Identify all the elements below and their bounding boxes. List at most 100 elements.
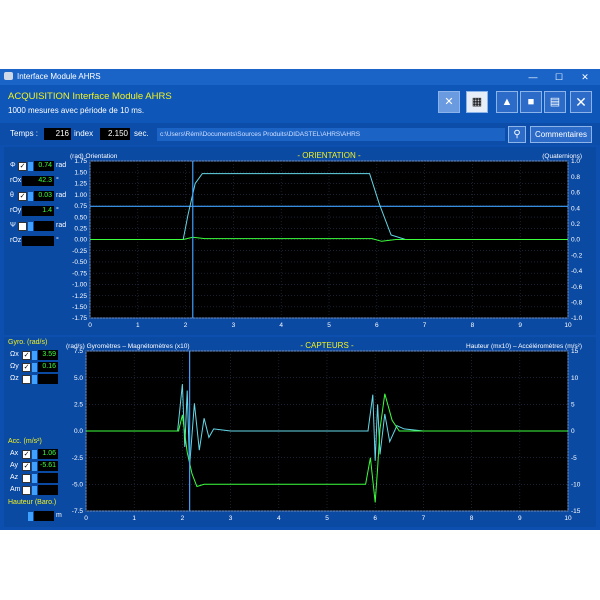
x-tick-label: 0 bbox=[84, 515, 88, 522]
comments-button[interactable]: Commentaires bbox=[530, 126, 592, 143]
acc-label: Acc. (m/s²) bbox=[8, 438, 42, 445]
print-icon[interactable]: ▤ bbox=[544, 91, 566, 113]
chart-title: - ORIENTATION - bbox=[297, 151, 361, 160]
symbol-label: Ωx bbox=[10, 351, 19, 358]
y2-axis-label: Hauteur (mx10) – Accéléromètres (m/s²) bbox=[466, 343, 582, 350]
y2-tick-label: 0.2 bbox=[571, 221, 580, 228]
acquire-icon[interactable]: ✕ bbox=[438, 91, 460, 113]
acc-row: Am bbox=[4, 485, 66, 497]
value-display: 3.59 bbox=[38, 350, 58, 360]
value-display: 0.16 bbox=[38, 362, 58, 372]
symbol-label: Az bbox=[10, 474, 19, 481]
value-display bbox=[38, 473, 58, 483]
temps-label: Temps : bbox=[10, 129, 39, 138]
orientation-row: rOy 1.4 ° bbox=[4, 206, 66, 218]
acc-row: Ay ✓ -5.61 bbox=[4, 461, 66, 473]
open-file-icon[interactable]: ▲ bbox=[496, 91, 518, 113]
app-icon bbox=[4, 72, 13, 80]
app-header: ACQUISITION Interface Module AHRS 1000 m… bbox=[0, 85, 600, 123]
orientation-chart: 0 1 2 3 4 5 6 7 8 9 101.751.501.251.000.750.500.25… bbox=[70, 151, 583, 329]
chart-settings-icon[interactable]: ▦ bbox=[466, 91, 488, 113]
value-display bbox=[38, 485, 58, 495]
checkbox-checked[interactable]: ✓ bbox=[22, 450, 31, 459]
value-display: 1.06 bbox=[38, 449, 58, 459]
symbol-label: rOz bbox=[10, 237, 22, 244]
y2-tick-label: -1.0 bbox=[571, 315, 583, 322]
minimize-button[interactable]: — bbox=[523, 70, 543, 84]
y2-tick-label: 5 bbox=[571, 402, 575, 409]
search-icon[interactable]: ⚲ bbox=[508, 126, 526, 143]
y-axis-label: (rad) Orientation bbox=[70, 153, 118, 160]
value-display: -5.61 bbox=[38, 461, 58, 471]
sensors-chart: 0 1 2 3 4 5 6 7 8 9 107.55.02.50.0-2.5-5.0-7.51510… bbox=[66, 341, 582, 522]
value-display: 42.3 bbox=[22, 176, 54, 186]
y-tick-label: 0.0 bbox=[74, 428, 83, 435]
checkbox[interactable] bbox=[22, 474, 31, 483]
checkbox-checked[interactable]: ✓ bbox=[22, 351, 31, 360]
x-tick-label: 10 bbox=[564, 515, 572, 522]
y-tick-label: -0.25 bbox=[72, 248, 87, 255]
orientation-row: θ ✓ 0.03 rad bbox=[4, 191, 66, 203]
y2-tick-label: 0.8 bbox=[571, 174, 580, 181]
unit-label: ° bbox=[56, 237, 59, 244]
x-tick-label: 5 bbox=[325, 515, 329, 522]
exit-icon[interactable]: ✕ bbox=[570, 91, 592, 113]
x-tick-label: 9 bbox=[518, 515, 522, 522]
height-label: Hauteur (Baro.) bbox=[8, 499, 57, 506]
y-tick-label: 0.25 bbox=[74, 225, 87, 232]
checkbox-checked[interactable]: ✓ bbox=[18, 162, 27, 171]
checkbox-checked[interactable]: ✓ bbox=[22, 462, 31, 471]
title-bar: Interface Module AHRS — ☐ ✕ bbox=[0, 69, 600, 85]
y2-tick-label: 0.0 bbox=[571, 237, 580, 244]
y2-tick-label: -0.6 bbox=[571, 284, 583, 291]
x-tick-label: 2 bbox=[181, 515, 185, 522]
y-tick-label: 0.50 bbox=[74, 214, 87, 221]
series-color-bar bbox=[32, 363, 37, 372]
x-tick-label: 8 bbox=[471, 322, 475, 329]
symbol-label: Am bbox=[10, 486, 21, 493]
value-display: 1.4 bbox=[22, 206, 54, 216]
checkbox[interactable] bbox=[22, 486, 31, 495]
x-tick-label: 2 bbox=[184, 322, 188, 329]
y-tick-label: 1.25 bbox=[74, 181, 87, 188]
x-tick-label: 3 bbox=[229, 515, 233, 522]
acc-row: Az bbox=[4, 473, 66, 485]
y2-tick-label: -0.4 bbox=[571, 268, 583, 275]
checkbox[interactable] bbox=[18, 222, 27, 231]
x-tick-label: 4 bbox=[277, 515, 281, 522]
y-tick-label: 2.5 bbox=[74, 402, 83, 409]
series-color-bar bbox=[28, 512, 33, 521]
series-color-bar bbox=[28, 162, 33, 171]
unit-label: m bbox=[56, 512, 62, 519]
checkbox[interactable] bbox=[22, 375, 31, 384]
y-tick-label: 5.0 bbox=[74, 375, 83, 382]
index-label: index bbox=[74, 129, 94, 138]
y2-tick-label: -0.2 bbox=[571, 252, 583, 259]
x-tick-label: 8 bbox=[470, 515, 474, 522]
x-tick-label: 1 bbox=[132, 515, 136, 522]
orientation-row: rOx 42.3 ° bbox=[4, 176, 66, 188]
y2-tick-label: 0.6 bbox=[571, 190, 580, 197]
maximize-button[interactable]: ☐ bbox=[549, 70, 569, 84]
temps-field[interactable]: 216 bbox=[44, 128, 71, 140]
symbol-label: Φ bbox=[10, 162, 16, 169]
y2-tick-label: -15 bbox=[571, 508, 581, 515]
y2-tick-label: 0.4 bbox=[571, 205, 580, 212]
close-window-button[interactable]: ✕ bbox=[575, 70, 595, 84]
save-file-icon[interactable]: ■ bbox=[520, 91, 542, 113]
series-color-bar bbox=[32, 462, 37, 471]
sensors-panel: Gyro. (rad/s) Ωx ✓ 3.59 Ωy ✓ 0.16 Ωz Acc. (m/s²)… bbox=[4, 337, 596, 527]
checkbox-checked[interactable]: ✓ bbox=[18, 192, 27, 201]
x-tick-label: 1 bbox=[136, 322, 140, 329]
orientation-row: Φ ✓ 0.74 rad bbox=[4, 161, 66, 173]
checkbox-checked[interactable]: ✓ bbox=[22, 363, 31, 372]
y-tick-label: 1.50 bbox=[74, 169, 87, 176]
y-tick-label: -1.75 bbox=[72, 315, 87, 322]
value-display bbox=[34, 221, 54, 231]
index-field[interactable]: 2.150 bbox=[100, 128, 130, 140]
series-color-bar bbox=[32, 375, 37, 384]
y-tick-label: -1.00 bbox=[72, 282, 87, 289]
y-tick-label: 0.00 bbox=[74, 237, 87, 244]
symbol-label: rOy bbox=[10, 207, 22, 214]
value-display bbox=[38, 374, 58, 384]
